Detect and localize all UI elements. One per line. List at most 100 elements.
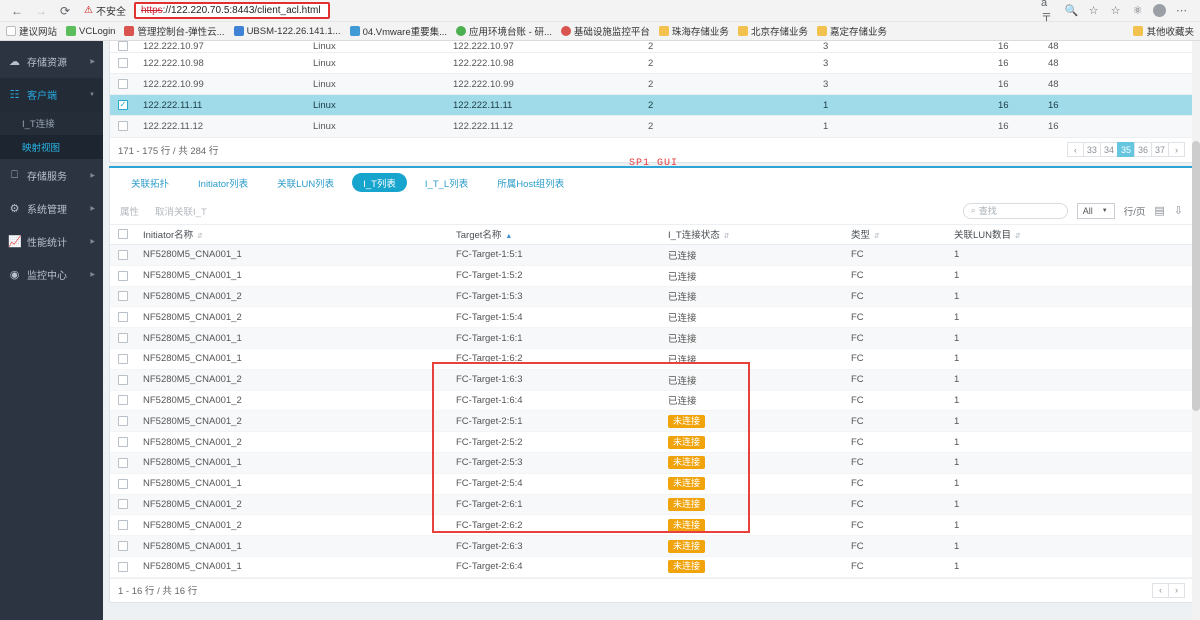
reload-icon[interactable]: ⟳ [54, 2, 76, 20]
row-checkbox[interactable] [118, 57, 128, 68]
bookmark-item[interactable]: 管理控制台-弹性云... [124, 24, 225, 38]
row-checkbox[interactable] [118, 457, 128, 468]
table-row[interactable]: NF5280M5_CNA001_1 FC-Target-1:5:2 已连接 FC… [110, 265, 1193, 287]
row-checkbox[interactable] [118, 121, 128, 132]
favorite-star-icon[interactable]: ☆ [1085, 2, 1102, 19]
tab-related-lun-list[interactable]: 关联LUN列表 [266, 173, 345, 192]
row-checkbox-cell[interactable] [110, 473, 135, 495]
row-checkbox-cell[interactable] [110, 286, 135, 308]
tab-initiator-list[interactable]: Initiator列表 [187, 173, 259, 192]
row-checkbox-checked[interactable]: ✓ [118, 99, 128, 110]
profile-avatar[interactable] [1151, 2, 1168, 19]
table-row[interactable]: NF5280M5_CNA001_2 FC-Target-2:5:2 未连接 FC… [110, 431, 1193, 453]
tab-it-list[interactable]: I_T列表 [352, 173, 407, 192]
sort-icon[interactable]: ⇵ [197, 233, 203, 240]
row-checkbox-cell[interactable] [110, 348, 135, 370]
sort-icon[interactable]: ⇵ [1015, 233, 1021, 240]
row-checkbox[interactable] [118, 374, 128, 385]
row-checkbox-cell[interactable] [110, 244, 135, 266]
table-row-partial[interactable]: 122.222.10.97 Linux 122.222.10.97 2 3 16… [110, 41, 1193, 53]
page-next-button[interactable]: › [1168, 142, 1185, 157]
row-checkbox[interactable] [118, 499, 128, 510]
table-row[interactable]: NF5280M5_CNA001_1 FC-Target-1:6:1 已连接 FC… [110, 327, 1193, 349]
row-checkbox-cell[interactable] [110, 431, 135, 453]
sidebar-item-client[interactable]: ☷ 客户端 ▼ [0, 78, 103, 111]
page-button-34[interactable]: 34 [1099, 142, 1118, 157]
bookmark-item[interactable]: 建议网站 [6, 24, 57, 38]
tab-host-group-list[interactable]: 所属Host组列表 [486, 173, 575, 192]
rows-per-page-select[interactable]: All ▼ [1076, 202, 1115, 219]
sidebar-item-storage-resources[interactable]: ☁ 存储资源 ▶ [0, 45, 103, 78]
zoom-out-icon[interactable]: 🔍 [1063, 2, 1080, 19]
sort-icon-asc[interactable]: ▲ [505, 233, 512, 240]
column-header-it-status[interactable]: I_T连接状态 ⇵ [660, 224, 843, 245]
column-settings-icon[interactable]: ▤ [1154, 204, 1164, 217]
row-checkbox[interactable] [118, 291, 128, 302]
table-row-selected[interactable]: ✓ 122.222.11.11 Linux 122.222.11.11 2 1 … [110, 94, 1193, 116]
row-checkbox-cell[interactable] [110, 514, 135, 537]
table-row[interactable]: NF5280M5_CNA001_2 FC-Target-2:6:1 未连接 FC… [110, 494, 1193, 516]
forward-icon[interactable]: → [30, 2, 52, 20]
select-all-checkbox-cell[interactable] [110, 224, 135, 245]
page-prev-button[interactable]: ‹ [1152, 582, 1169, 598]
page-button-36[interactable]: 36 [1133, 142, 1152, 157]
bookmark-item[interactable]: 基础设施监控平台 [560, 24, 650, 38]
row-checkbox[interactable] [118, 395, 128, 406]
column-header-type[interactable]: 类型 ⇵ [843, 224, 946, 245]
security-warning[interactable]: ⚠ 不安全 [78, 3, 132, 18]
column-header-target[interactable]: Target名称 ▲ [448, 224, 660, 245]
page-button-37[interactable]: 37 [1150, 142, 1169, 157]
row-checkbox-cell[interactable] [110, 410, 135, 433]
row-checkbox-cell[interactable] [110, 327, 135, 349]
bookmark-item[interactable]: UBSM-122.26.141.1... [233, 26, 341, 37]
page-button-33[interactable]: 33 [1082, 142, 1101, 157]
browser-essentials-icon[interactable]: ⚛ [1129, 2, 1146, 19]
table-row[interactable]: 122.222.10.99 Linux 122.222.10.99 2 3 16… [110, 73, 1193, 95]
unlink-it-button[interactable]: 取消关联I_T [155, 204, 207, 218]
table-row[interactable]: 122.222.10.98 Linux 122.222.10.98 2 3 16… [110, 52, 1193, 74]
row-checkbox-cell[interactable] [110, 73, 135, 95]
row-checkbox-cell[interactable] [110, 390, 135, 412]
address-bar[interactable]: https://122.220.70.5:8443/client_acl.htm… [133, 2, 330, 19]
row-checkbox-cell[interactable] [110, 556, 135, 578]
row-checkbox[interactable] [118, 416, 128, 427]
page-next-button[interactable]: › [1168, 582, 1185, 598]
row-checkbox[interactable] [118, 249, 128, 260]
table-row[interactable]: NF5280M5_CNA001_1 FC-Target-1:6:2 已连接 FC… [110, 348, 1193, 370]
row-checkbox[interactable] [118, 437, 128, 448]
row-checkbox-cell[interactable] [110, 494, 135, 516]
table-row[interactable]: NF5280M5_CNA001_1 FC-Target-2:6:4 未连接 FC… [110, 556, 1193, 578]
row-checkbox-cell[interactable] [110, 452, 135, 474]
row-checkbox[interactable] [118, 520, 128, 531]
row-checkbox-cell[interactable] [110, 535, 135, 557]
row-checkbox-cell[interactable] [110, 265, 135, 287]
table-row[interactable]: NF5280M5_CNA001_2 FC-Target-1:5:3 已连接 FC… [110, 286, 1193, 308]
translate-icon[interactable]: a〒 [1041, 0, 1058, 24]
sidebar-subitem-it-connection[interactable]: I_T连接 [0, 111, 103, 135]
table-row[interactable]: NF5280M5_CNA001_1 FC-Target-2:6:3 未连接 FC… [110, 535, 1193, 557]
settings-more-icon[interactable]: ⋯ [1173, 2, 1190, 19]
bookmark-folder[interactable]: 珠海存储业务 [658, 24, 729, 38]
export-icon[interactable]: ⇩ [1174, 204, 1183, 217]
other-bookmarks-folder[interactable]: 其他收藏夹 [1133, 24, 1194, 38]
bookmark-folder[interactable]: 北京存储业务 [737, 24, 808, 38]
row-checkbox-cell[interactable]: ✓ [110, 94, 135, 116]
page-prev-button[interactable]: ‹ [1066, 142, 1084, 157]
row-checkbox-cell[interactable] [110, 52, 135, 74]
column-header-lun-count[interactable]: 关联LUN数目 ⇵ [946, 224, 1193, 245]
table-row[interactable]: NF5280M5_CNA001_1 FC-Target-2:5:4 未连接 FC… [110, 473, 1193, 495]
table-row[interactable]: NF5280M5_CNA001_2 FC-Target-2:6:2 未连接 FC… [110, 514, 1193, 537]
page-button-35-active[interactable]: 35 [1116, 142, 1135, 157]
row-checkbox-cell[interactable] [110, 369, 135, 391]
row-checkbox[interactable] [118, 561, 128, 572]
row-checkbox[interactable] [118, 312, 128, 323]
table-row[interactable]: NF5280M5_CNA001_2 FC-Target-2:5:1 未连接 FC… [110, 410, 1193, 433]
row-checkbox[interactable] [118, 541, 128, 552]
sidebar-subitem-mapping-view[interactable]: 映射视图 [0, 135, 103, 159]
table-row[interactable]: NF5280M5_CNA001_1 FC-Target-1:5:1 已连接 FC… [110, 244, 1193, 266]
row-checkbox[interactable] [118, 353, 128, 364]
sidebar-item-storage-service[interactable]: ⎕ 存储服务 ▶ [0, 159, 103, 192]
bookmark-item[interactable]: VCLogin [66, 26, 115, 37]
sidebar-item-performance-stats[interactable]: 📈 性能统计 ▶ [0, 225, 103, 258]
select-all-checkbox[interactable] [118, 229, 128, 240]
